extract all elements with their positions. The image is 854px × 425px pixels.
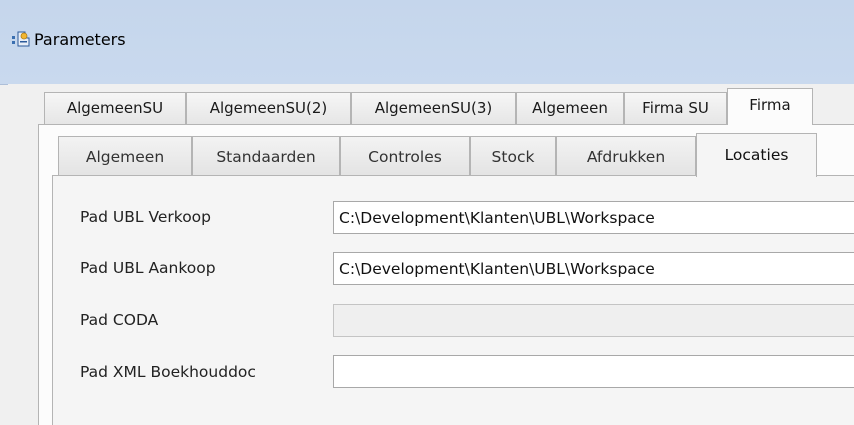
tab-afdrukken[interactable]: Afdrukken [556,136,696,176]
pad-xml-boekhouddoc-input[interactable] [333,355,854,388]
pad-ubl-verkoop-input[interactable] [333,201,854,234]
tab-standaarden[interactable]: Standaarden [192,136,340,176]
tab-algemeensu-3[interactable]: AlgemeenSU(3) [351,92,516,124]
title-bar: Parameters [0,0,854,85]
pad-ubl-aankoop-input[interactable] [333,252,854,285]
pad-coda-label: Pad CODA [80,311,159,329]
pad-xml-boekhouddoc-label: Pad XML Boekhouddoc [80,363,256,381]
tab-firma-su[interactable]: Firma SU [624,92,727,124]
tab-controles[interactable]: Controles [340,136,470,176]
tab-firma[interactable]: Firma [727,88,813,125]
tab-locaties[interactable]: Locaties [696,133,817,177]
tab-algemeensu-2[interactable]: AlgemeenSU(2) [186,92,351,124]
window-title: Parameters [34,30,126,49]
app-icon [12,31,30,47]
pad-ubl-aankoop-label: Pad UBL Aankoop [80,259,216,277]
pad-coda-input [333,304,854,337]
tab-algemeensu[interactable]: AlgemeenSU [44,92,186,124]
tab-stock[interactable]: Stock [470,136,556,176]
tab-algemeen[interactable]: Algemeen [516,92,624,124]
tab-inner-algemeen[interactable]: Algemeen [58,136,192,176]
pad-ubl-verkoop-label: Pad UBL Verkoop [80,208,211,226]
